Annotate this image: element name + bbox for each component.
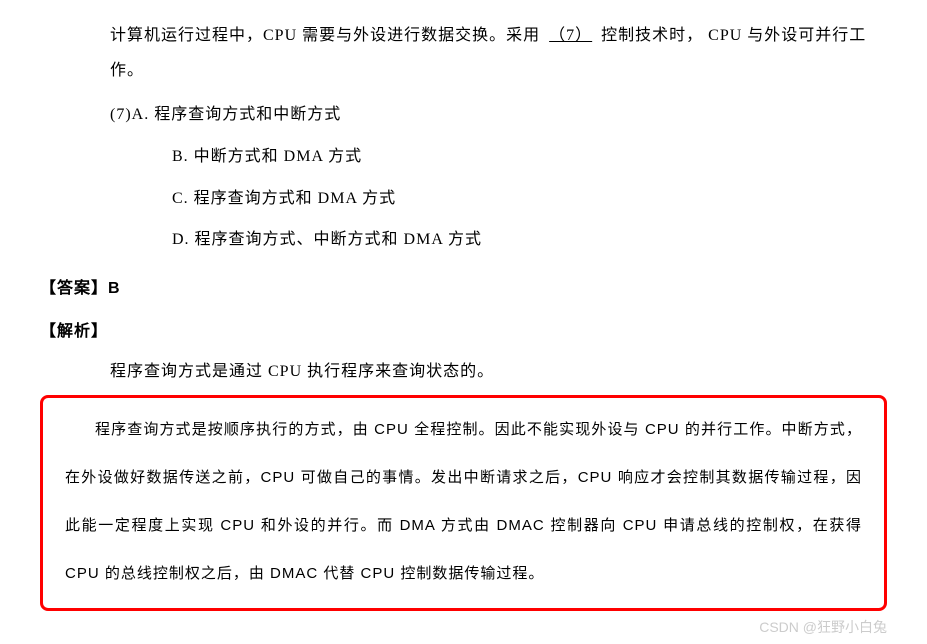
options-block: (7)A. 程序查询方式和中断方式 B. 中断方式和 DMA 方式 C. 程序查… <box>110 94 887 260</box>
option-b: B. 中断方式和 DMA 方式 <box>172 136 887 178</box>
explanation-label: 【解析】 <box>40 314 887 351</box>
explanation-line1: 程序查询方式是通过 CPU 执行程序来查询状态的。 <box>110 354 887 391</box>
answer-label: 【答案】B <box>40 271 887 308</box>
blank-placeholder: （7） <box>545 27 596 44</box>
highlight-box: 程序查询方式是按顺序执行的方式，由 CPU 全程控制。因此不能实现外设与 CPU… <box>40 395 887 611</box>
question-intro: 计算机运行过程中，CPU 需要与外设进行数据交换。采用 （7） 控制技术时， C… <box>110 18 887 88</box>
option-a: (7)A. 程序查询方式和中断方式 <box>110 94 887 136</box>
watermark: CSDN @狂野小白兔 <box>759 616 887 638</box>
highlight-text: 程序查询方式是按顺序执行的方式，由 CPU 全程控制。因此不能实现外设与 CPU… <box>65 406 862 598</box>
option-c: C. 程序查询方式和 DMA 方式 <box>172 178 887 220</box>
option-d: D. 程序查询方式、中断方式和 DMA 方式 <box>172 219 887 261</box>
intro-part1: 计算机运行过程中，CPU 需要与外设进行数据交换。采用 <box>110 27 540 44</box>
